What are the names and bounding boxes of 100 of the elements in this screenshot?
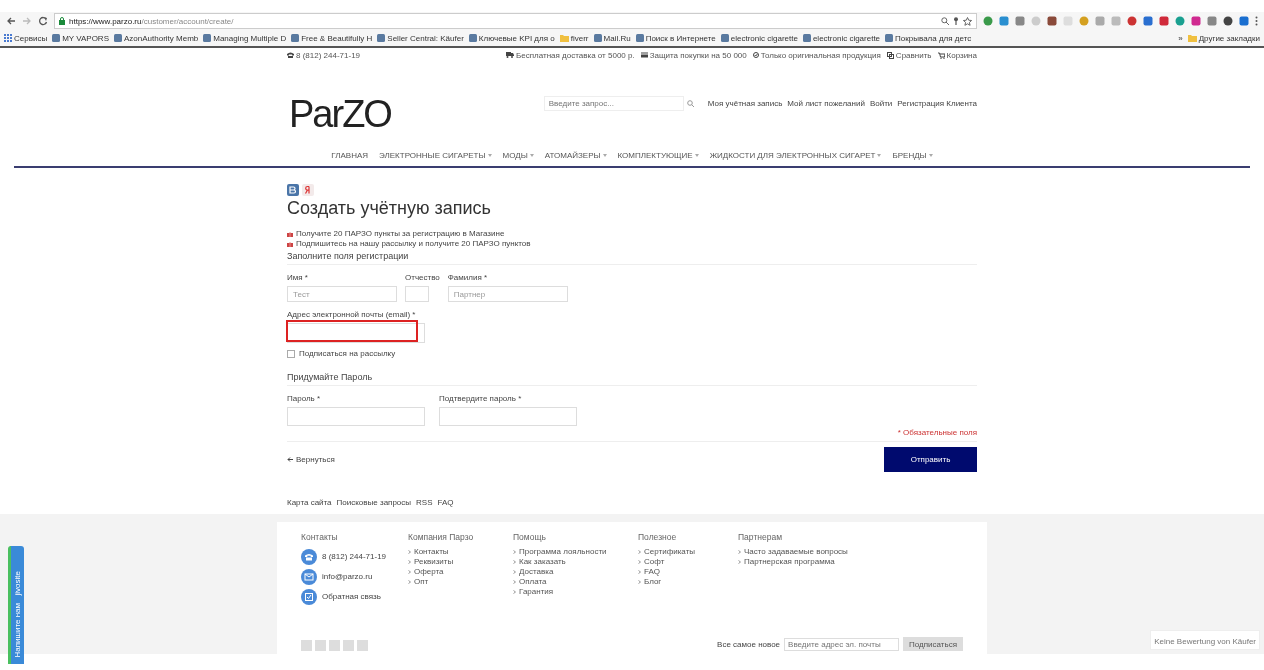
required-note: * Обязательные поля [287,428,977,442]
contact-text[interactable]: 8 (812) 244-71-19 [322,552,387,561]
nav-item[interactable]: КОМПЛЕКТУЮЩИЕ [617,150,699,160]
footer-link[interactable]: FAQ [644,567,660,576]
phone-icon [287,52,294,58]
password-field[interactable] [287,407,425,426]
address-bar[interactable]: https://www.parzo.ru/customer/account/create/ [54,13,977,29]
footer-link[interactable]: Поисковые запросы [336,498,412,508]
checkbox[interactable] [287,349,295,358]
chat-label[interactable]: Напишите нам [13,603,22,658]
site-icon [203,34,212,42]
account-link[interactable]: Мой лист пожеланий [787,98,865,108]
zoom-icon[interactable] [941,17,949,25]
lock-icon [59,17,65,25]
footer-link[interactable]: Часто задаваемые вопросы [744,547,848,556]
bookmark[interactable]: Другие закладки [1187,33,1260,43]
footer-link[interactable]: Софт [644,557,665,566]
back-icon[interactable] [6,16,16,26]
logo[interactable]: ParZO [289,92,391,136]
account-link[interactable]: Войти [869,98,893,108]
nav-item[interactable]: БРЕНДЫ [892,150,933,160]
footer-link[interactable]: Оплата [519,577,547,586]
bookmark[interactable]: electronic cigarette [720,33,798,43]
bookmark[interactable]: Покрывала для детс [885,33,972,43]
bonus-text: Подпишитесь на нашу рассылку и получите 20 ПАРЗО пунктов [296,239,531,249]
nav-item[interactable]: ЖИДКОСТИ ДЛЯ ЭЛЕКТРОННЫХ СИГАРЕТ [709,150,882,160]
footer-heading: Партнерам [738,532,783,542]
bookmark[interactable]: Ключевые KPI для о [468,33,555,43]
cart-link[interactable]: Корзина [937,50,977,60]
perk-text: Защита покупки на 50 000 [649,50,747,60]
checkbox-label: Подписаться на рассылку [299,349,396,358]
site-icon [114,34,122,42]
phone-number: 8 (812) 244-71-19 [296,50,361,60]
chat-tab[interactable]: Напишите нам jivosite [8,546,24,664]
account-link[interactable]: Моя учётная запись [707,98,783,108]
nav-item[interactable]: АТОМАЙЗЕРЫ [544,150,607,160]
bookmark[interactable]: AzonAuthority Memb [114,33,199,43]
back-link[interactable]: Вернуться [287,455,335,464]
footer-link[interactable]: Сертификаты [644,547,696,556]
field-label: Адрес электронной почты (email) * [287,310,417,320]
gift-icon [287,241,293,247]
footer-link[interactable]: Контакты [414,547,449,556]
forward-icon[interactable] [22,16,32,26]
compare-icon [886,51,894,59]
section-heading: Придумайте Пароль [287,372,977,386]
compare-link[interactable]: Сравнить [886,50,932,60]
page-title: Создать учётную запись [287,198,492,219]
footer-link[interactable]: Реквизиты [414,557,454,566]
nav-item[interactable]: МОДЫ [502,150,534,160]
bookmark[interactable]: Free & Beautifully H [291,33,373,43]
field-label: Фамилия * [447,273,489,283]
footer-link[interactable]: RSS [416,498,433,508]
footer-link[interactable]: Доставка [519,567,554,576]
bookmark[interactable]: fiverr [559,33,589,43]
footer-link[interactable]: Опт [414,577,429,586]
bookmark[interactable]: Managing Multiple D [203,33,287,43]
yandex-icon[interactable] [302,184,314,196]
subscribe-button[interactable]: Подписаться [903,637,963,651]
contact-text[interactable]: Обратная связь [322,592,381,601]
footer-link[interactable]: Блог [644,577,662,586]
card-icon [640,52,648,58]
bookmark[interactable]: MY VAPORS [52,33,109,43]
footer-link[interactable]: FAQ [437,498,454,508]
contact-text[interactable]: info@parzo.ru [322,572,373,581]
bookmark[interactable]: Seller Central: Käufer [377,33,464,43]
caret-icon [602,153,607,157]
footer-link[interactable]: Как заказать [519,557,566,566]
footer-heading: Помощь [513,532,547,542]
site-icon [635,34,644,42]
bookmark-star-icon[interactable] [963,16,972,26]
reload-icon[interactable] [38,16,48,26]
folder-icon [559,34,569,42]
bookmark[interactable]: Сервисы [4,33,48,43]
footer-heading: Компания Парзо [408,532,475,542]
bookmark[interactable]: Поиск в Интернете [635,33,716,43]
site-icon [885,34,894,42]
footer-link[interactable]: Партнерская программа [744,557,835,566]
account-link[interactable]: Регистрация Клиента [897,98,977,108]
footer-link[interactable]: Гарантия [519,587,554,596]
footer-link[interactable]: Программа лояльности [519,547,607,556]
footer-link[interactable]: Оферта [414,567,444,576]
submit-button[interactable]: Отправить [884,447,977,472]
perk-text: Бесплатная доставка от 5000 р. [516,50,635,60]
bookmark[interactable]: Mail.Ru [593,33,631,43]
more-bookmarks-button[interactable]: » [1178,33,1183,43]
search-field[interactable]: Введите запрос... [543,95,684,111]
vk-icon[interactable] [287,184,299,196]
field-label: Подтвердите пароль * [439,394,523,404]
bookmark[interactable]: electronic cigarette [802,33,881,43]
menu-icon[interactable] [1255,16,1258,26]
newsletter-email-field[interactable]: Введите адрес эл. почты [784,637,900,651]
text-field[interactable] [405,286,429,302]
nav-item[interactable]: ГЛАВНАЯ [331,150,369,160]
email-field[interactable] [287,323,425,343]
caret-icon [694,153,699,157]
envelope-icon [301,568,317,585]
nav-item[interactable]: ЭЛЕКТРОННЫЕ СИГАРЕТЫ [379,150,492,160]
key-icon[interactable] [953,17,959,25]
password-field[interactable] [439,407,577,426]
footer-link[interactable]: Карта сайта [287,498,332,508]
